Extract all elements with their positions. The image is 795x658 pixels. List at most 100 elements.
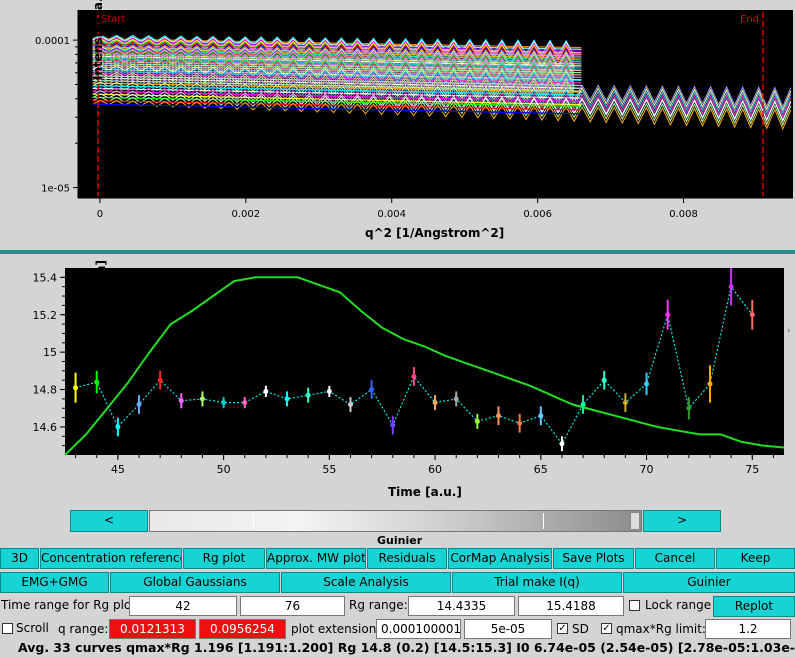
- rg-point: [496, 413, 502, 419]
- rg-y-tick-label: 15: [43, 346, 57, 359]
- time-range-label: Time range for Rg plot:: [1, 598, 141, 612]
- rg-point: [728, 284, 734, 290]
- scale-analysis-button[interactable]: Scale Analysis: [281, 572, 451, 593]
- qmax-rg-limit-checkbox[interactable]: ✓: [601, 623, 612, 634]
- scroll-label: Scroll: [16, 621, 49, 635]
- residuals-button[interactable]: Residuals: [367, 548, 447, 569]
- lock-range-checkbox[interactable]: [629, 600, 640, 611]
- rg-point: [538, 413, 544, 419]
- rg-point: [474, 418, 480, 424]
- rg-x-tick-label: 70: [640, 463, 654, 476]
- rg-point: [622, 400, 628, 406]
- q-range-to-input[interactable]: 0.0956254: [199, 619, 286, 639]
- plot-extension-input-1[interactable]: 0.000100001: [376, 619, 461, 639]
- q-range-label: q range:: [58, 622, 109, 636]
- rg-point: [665, 312, 671, 318]
- rg-x-tick-label: 75: [745, 463, 759, 476]
- rg-range-from-input[interactable]: 14.4335: [408, 596, 515, 616]
- rg-range-to-input[interactable]: 15.4188: [518, 596, 624, 616]
- rg-y-tick-label: 14.6: [33, 421, 58, 434]
- replot-button[interactable]: Replot: [713, 596, 795, 617]
- rg-y-axis-label: Rg [Angstrom]: [94, 260, 108, 359]
- rg-plot-svg: 45 50 55 60 65 70 75 14.6 14.8 15 15.2 15.4 Rg [Ang…: [33, 260, 785, 499]
- top-plot: Start End 0 0.002 0.004 0.006 0.008 0.0001 1e-…: [0, 0, 795, 250]
- rg-point: [221, 400, 227, 406]
- rg-y-tick-label: 15.4: [33, 271, 58, 284]
- rg-point: [73, 385, 79, 391]
- rg-point: [686, 405, 692, 411]
- rg-point: [453, 396, 459, 402]
- sd-label: SD: [572, 622, 589, 636]
- top-x-tick-label: 0: [97, 209, 103, 220]
- lock-range-label: Lock range: [645, 598, 712, 612]
- guinier-button[interactable]: Guinier: [623, 572, 795, 593]
- top-x-tick-label: 0.006: [523, 209, 552, 220]
- slider-tick: [253, 513, 254, 529]
- time-range-to-input[interactable]: 76: [240, 596, 345, 616]
- global-gaussians-button[interactable]: Global Gaussians: [110, 572, 280, 593]
- rg-x-tick-label: 45: [111, 463, 125, 476]
- rg-plot-area: [65, 268, 784, 455]
- q-range-from-input[interactable]: 0.0121313: [109, 619, 196, 639]
- slider-handle[interactable]: [630, 512, 640, 530]
- status-bar: Avg. 33 curves qmax*Rg 1.196 [1.191:1.20…: [18, 640, 795, 655]
- rg-point: [559, 441, 565, 447]
- slider-next-button[interactable]: >: [643, 510, 721, 532]
- end-marker-label: End: [740, 14, 759, 25]
- top-x-tick-label: 0.008: [669, 209, 698, 220]
- rg-point: [178, 398, 184, 404]
- side-marker: ›: [787, 326, 791, 336]
- rg-y-tick-label: 14.8: [33, 384, 58, 397]
- rg-point: [390, 422, 396, 428]
- rg-point: [432, 400, 438, 406]
- top-x-tick-label: 0.002: [231, 209, 260, 220]
- emg-gmg-button[interactable]: EMG+GMG: [0, 572, 109, 593]
- trial-make-iq-button[interactable]: Trial make I(q): [452, 572, 622, 593]
- top-x-tick-label: 0.004: [377, 209, 406, 220]
- plot-extension-input-2[interactable]: 5e-05: [464, 619, 552, 639]
- rg-point: [115, 424, 121, 430]
- rg-point: [157, 377, 163, 383]
- 3d-button[interactable]: 3D: [0, 548, 39, 569]
- rg-point: [580, 402, 586, 408]
- concentration-reference-button[interactable]: Concentration reference: [40, 548, 182, 569]
- slider-prev-button[interactable]: <: [70, 510, 148, 532]
- rg-point: [136, 402, 142, 408]
- qmax-rg-limit-label: qmax*Rg limit:: [616, 622, 706, 636]
- rg-point: [369, 387, 375, 393]
- rg-plot-button[interactable]: Rg plot: [183, 548, 265, 569]
- save-plots-button[interactable]: Save Plots: [553, 548, 634, 569]
- qmax-rg-limit-input[interactable]: 1.2: [705, 619, 791, 639]
- rg-point: [94, 379, 100, 385]
- slider-tick: [543, 513, 544, 529]
- plot-separator[interactable]: [0, 250, 795, 254]
- rg-point: [263, 388, 269, 394]
- scroll-checkbox[interactable]: [2, 623, 13, 634]
- plot-extension-label: plot extension:: [291, 622, 381, 636]
- rg-x-tick-label: 50: [217, 463, 231, 476]
- cancel-button[interactable]: Cancel: [635, 548, 715, 569]
- rg-point: [517, 420, 523, 426]
- keep-button[interactable]: Keep: [716, 548, 795, 569]
- rg-point: [305, 392, 311, 398]
- rg-point: [326, 388, 332, 394]
- rg-range-label: Rg range:: [349, 598, 408, 612]
- rg-point: [601, 377, 607, 383]
- rg-y-tick-label: 15.2: [33, 309, 58, 322]
- top-y-tick-label: 0.0001: [35, 36, 70, 47]
- top-x-axis-label: q^2 [1/Angstrom^2]: [365, 226, 504, 240]
- rg-point: [347, 402, 353, 408]
- approx-mw-plot-button[interactable]: Approx. MW plot: [266, 548, 366, 569]
- intensity-plot-svg: Start End 0 0.002 0.004 0.006 0.0080.00011e-…: [35, 0, 793, 240]
- sd-checkbox[interactable]: ✓: [557, 623, 568, 634]
- rg-point: [411, 373, 417, 379]
- time-slider-track[interactable]: [149, 510, 642, 532]
- rg-x-axis-label: Time [a.u.]: [388, 485, 462, 499]
- rg-x-tick-label: 55: [322, 463, 336, 476]
- rg-x-tick-label: 60: [428, 463, 442, 476]
- time-range-from-input[interactable]: 42: [129, 596, 237, 616]
- rg-plot: 45 50 55 60 65 70 75 14.6 14.8 15 15.2 15.4 Rg [Ang…: [0, 256, 795, 506]
- rg-point: [749, 312, 755, 318]
- rg-point: [284, 396, 290, 402]
- cormap-analysis-button[interactable]: CorMap Analysis: [448, 548, 552, 569]
